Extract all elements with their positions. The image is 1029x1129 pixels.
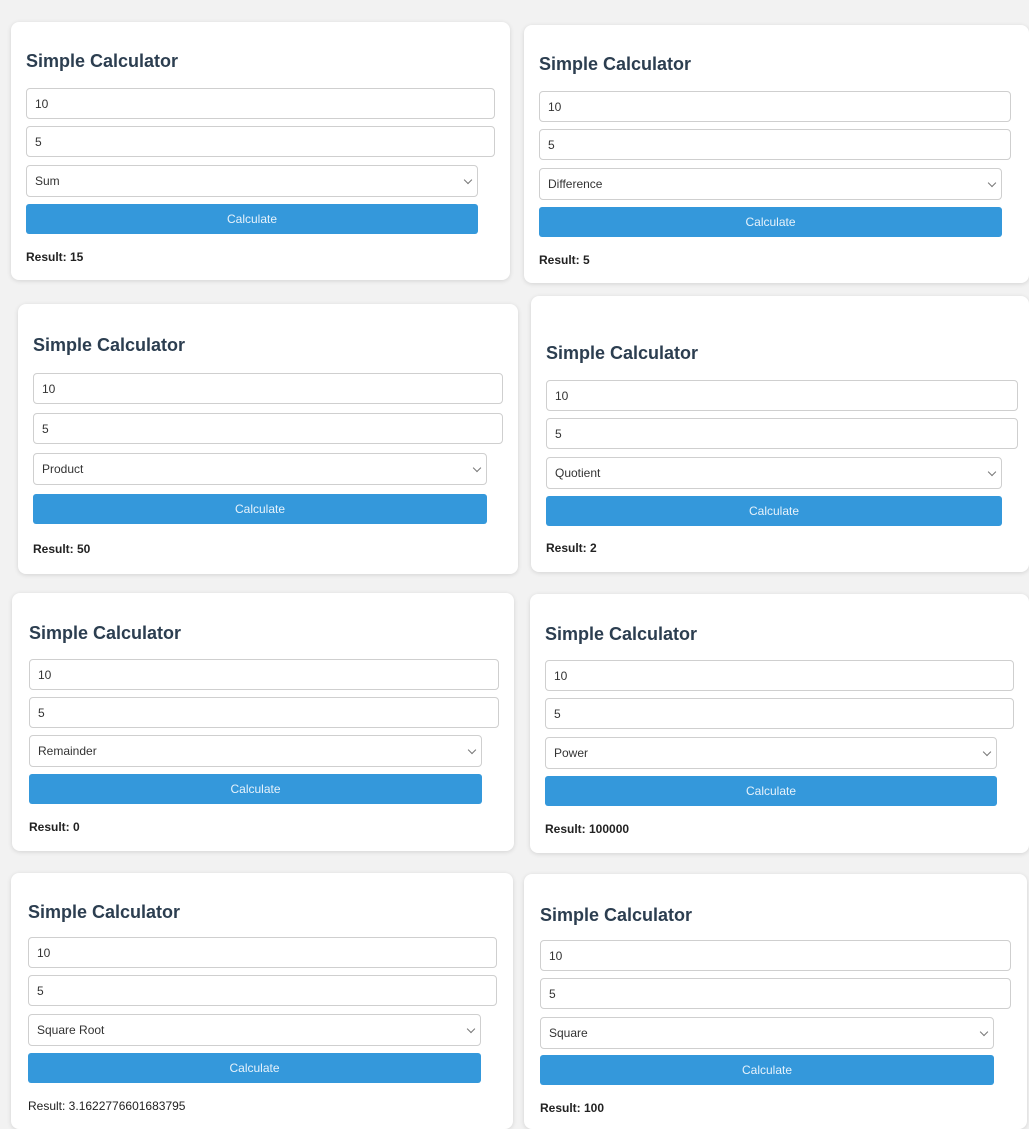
operation-select[interactable]: Sum bbox=[26, 165, 478, 197]
first-number-input[interactable] bbox=[545, 660, 1014, 691]
chevron-down-icon bbox=[467, 745, 477, 755]
second-number-input[interactable] bbox=[26, 126, 495, 157]
operation-select[interactable]: Power bbox=[545, 737, 997, 769]
operation-selected-value: Remainder bbox=[38, 744, 97, 758]
result-text: Result: 15 bbox=[26, 250, 84, 264]
calculator-card-square: Simple Calculator Square Calculate Resul… bbox=[524, 874, 1027, 1129]
calculate-button[interactable]: Calculate bbox=[539, 207, 1002, 237]
first-number-input[interactable] bbox=[26, 88, 495, 119]
operation-select[interactable]: Remainder bbox=[29, 735, 482, 767]
calculate-button[interactable]: Calculate bbox=[29, 774, 482, 804]
calculate-button[interactable]: Calculate bbox=[545, 776, 997, 806]
operation-select[interactable]: Difference bbox=[539, 168, 1002, 200]
operation-selected-value: Product bbox=[42, 462, 84, 476]
operation-selected-value: Square bbox=[549, 1026, 588, 1040]
chevron-down-icon bbox=[472, 463, 482, 473]
second-number-input[interactable] bbox=[539, 129, 1011, 160]
result-text: Result: 50 bbox=[33, 542, 91, 556]
chevron-down-icon bbox=[982, 747, 992, 757]
calculator-card-remainder: Simple Calculator Remainder Calculate Re… bbox=[12, 593, 514, 851]
chevron-down-icon bbox=[987, 178, 997, 188]
second-number-input[interactable] bbox=[546, 418, 1018, 449]
card-title: Simple Calculator bbox=[29, 623, 182, 643]
calculate-button[interactable]: Calculate bbox=[28, 1053, 481, 1083]
calculate-button[interactable]: Calculate bbox=[33, 494, 487, 524]
chevron-down-icon bbox=[987, 467, 997, 477]
card-title: Simple Calculator bbox=[26, 51, 179, 71]
calculator-card-quotient: Simple Calculator Quotient Calculate Res… bbox=[531, 296, 1029, 572]
first-number-input[interactable] bbox=[29, 659, 499, 690]
card-title: Simple Calculator bbox=[545, 624, 698, 644]
card-title: Simple Calculator bbox=[28, 902, 181, 922]
operation-select[interactable]: Square bbox=[540, 1017, 994, 1049]
second-number-input[interactable] bbox=[545, 698, 1014, 729]
second-number-input[interactable] bbox=[540, 978, 1011, 1009]
operation-select[interactable]: Square Root bbox=[28, 1014, 481, 1046]
chevron-down-icon bbox=[979, 1027, 989, 1037]
chevron-down-icon bbox=[463, 175, 473, 185]
result-text: Result: 0 bbox=[29, 820, 80, 834]
chevron-down-icon bbox=[466, 1024, 476, 1034]
result-text: Result: 100000 bbox=[545, 822, 630, 836]
result-text: Result: 5 bbox=[539, 253, 590, 267]
second-number-input[interactable] bbox=[33, 413, 503, 444]
first-number-input[interactable] bbox=[539, 91, 1011, 122]
operation-select[interactable]: Product bbox=[33, 453, 487, 485]
result-text: Result: 2 bbox=[546, 541, 597, 555]
second-number-input[interactable] bbox=[29, 697, 499, 728]
first-number-input[interactable] bbox=[28, 937, 497, 968]
operation-selected-value: Square Root bbox=[37, 1023, 105, 1037]
second-number-input[interactable] bbox=[28, 975, 497, 1006]
calculator-card-product: Simple Calculator Product Calculate Resu… bbox=[18, 304, 518, 574]
card-title: Simple Calculator bbox=[33, 335, 186, 355]
card-title: Simple Calculator bbox=[546, 343, 699, 363]
calculator-card-sum: Simple Calculator Sum Calculate Result: … bbox=[11, 22, 510, 280]
operation-select[interactable]: Quotient bbox=[546, 457, 1002, 489]
first-number-input[interactable] bbox=[546, 380, 1018, 411]
operation-selected-value: Sum bbox=[35, 174, 60, 188]
first-number-input[interactable] bbox=[540, 940, 1011, 971]
card-title: Simple Calculator bbox=[539, 54, 692, 74]
operation-selected-value: Quotient bbox=[555, 466, 601, 480]
calculate-button[interactable]: Calculate bbox=[26, 204, 478, 234]
card-title: Simple Calculator bbox=[540, 905, 693, 925]
calculate-button[interactable]: Calculate bbox=[546, 496, 1002, 526]
operation-selected-value: Difference bbox=[548, 177, 603, 191]
result-text: Result: 3.1622776601683795 bbox=[28, 1099, 186, 1113]
calculator-card-square-root: Simple Calculator Square Root Calculate … bbox=[11, 873, 513, 1129]
calculate-button[interactable]: Calculate bbox=[540, 1055, 994, 1085]
calculator-card-power: Simple Calculator Power Calculate Result… bbox=[530, 594, 1029, 853]
calculator-card-difference: Simple Calculator Difference Calculate R… bbox=[524, 25, 1029, 283]
operation-selected-value: Power bbox=[554, 746, 589, 760]
first-number-input[interactable] bbox=[33, 373, 503, 404]
result-text: Result: 100 bbox=[540, 1101, 605, 1115]
